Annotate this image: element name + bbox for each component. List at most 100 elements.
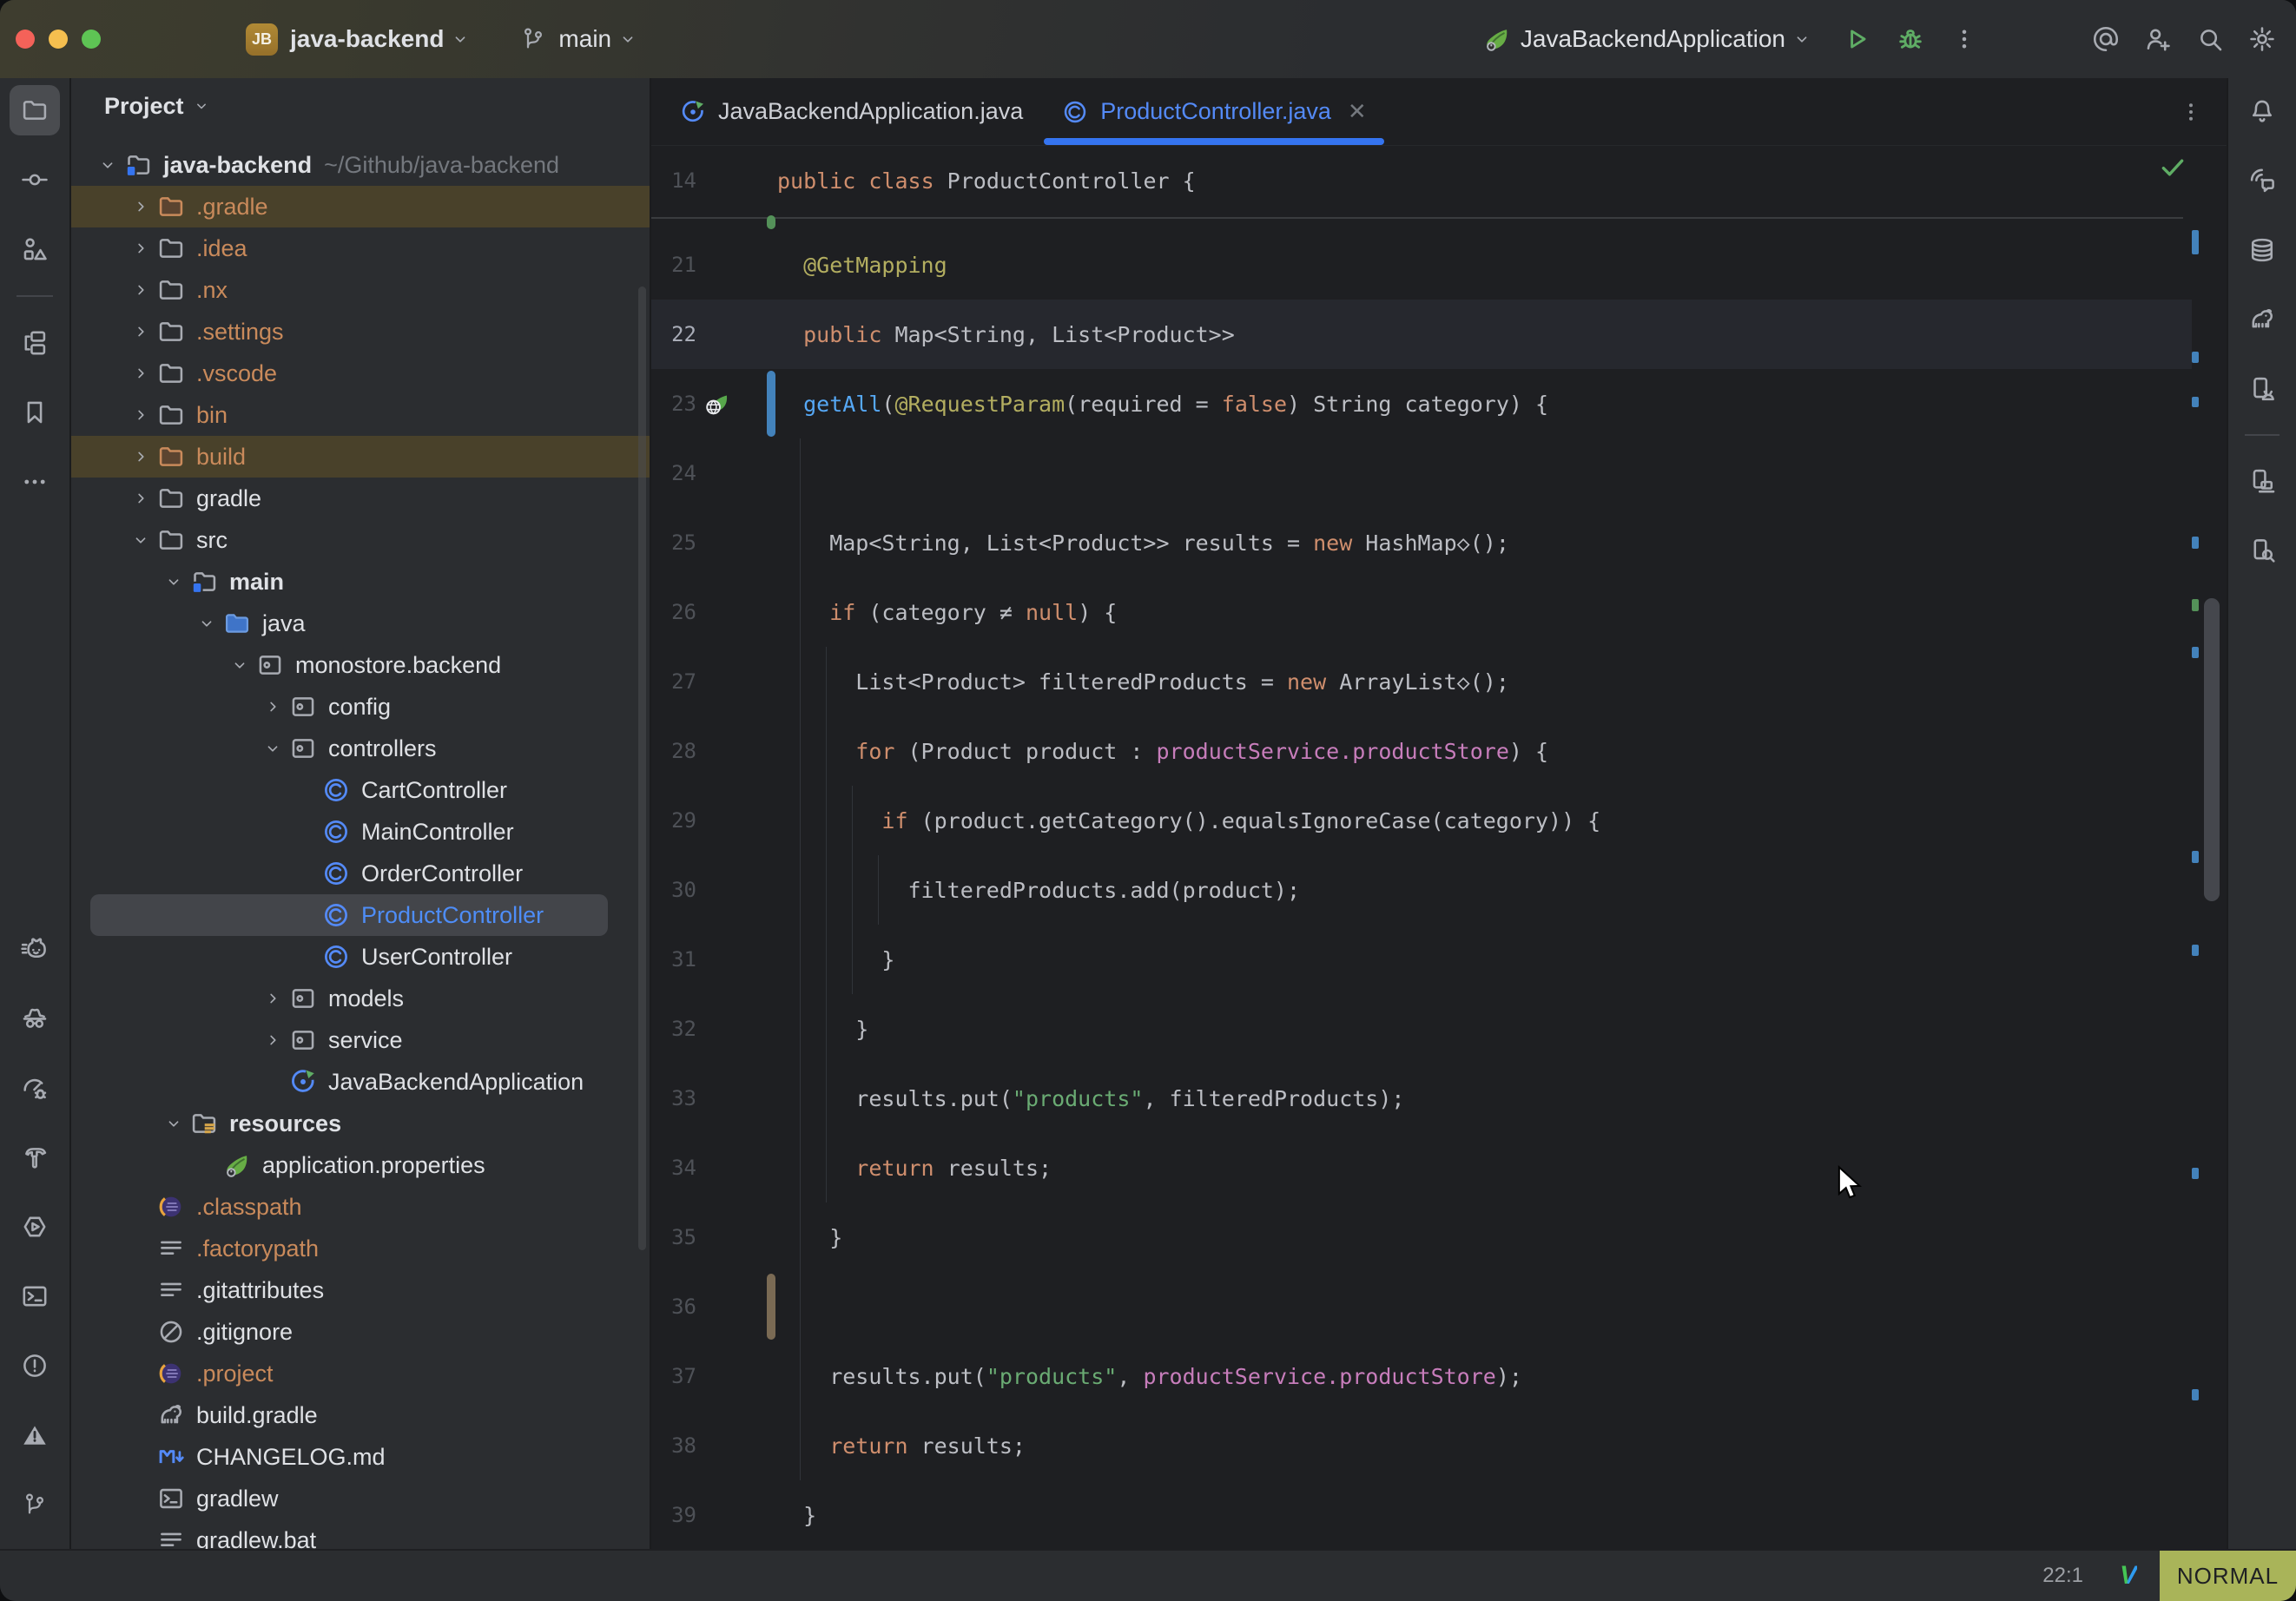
settings-button[interactable] [2247, 24, 2277, 54]
chevron-right-icon[interactable] [257, 697, 288, 716]
minimize-window-button[interactable] [49, 30, 68, 49]
tool-warnings-button[interactable] [10, 1410, 60, 1460]
tool-project-button[interactable] [10, 85, 60, 135]
project-tree-scrollbar[interactable] [638, 287, 646, 1250]
chevron-down-icon[interactable] [257, 739, 288, 758]
project-widget[interactable]: java-backend [278, 25, 470, 53]
tool-privacy-button[interactable] [10, 993, 60, 1044]
tree-item--gradle[interactable]: .gradle [71, 186, 650, 227]
chevron-right-icon[interactable] [125, 322, 156, 341]
code-line-30[interactable]: 30filteredProducts.add(product); [651, 855, 2192, 925]
more-run-options-button[interactable] [1942, 16, 1987, 62]
tree-item-main[interactable]: main [71, 561, 650, 603]
error-stripe-mark[interactable] [2192, 397, 2199, 407]
tree-item-java-backend[interactable]: java-backend~/Github/java-backend [71, 144, 650, 186]
tool-copilot-button[interactable] [10, 924, 60, 974]
tree-item-java[interactable]: java [71, 603, 650, 644]
chevron-right-icon[interactable] [125, 280, 156, 300]
tree-item-javabackendapplication[interactable]: JavaBackendApplication [71, 1061, 650, 1103]
tool-layout-inspector-button[interactable] [2238, 526, 2286, 575]
code-line-38[interactable]: 38return results; [651, 1411, 2192, 1480]
chevron-right-icon[interactable] [125, 364, 156, 383]
chevron-down-icon[interactable] [125, 530, 156, 550]
vcs-branch-widget[interactable]: main [520, 25, 637, 53]
chevron-down-icon[interactable] [92, 155, 123, 175]
tool-device-manager-button[interactable] [2238, 365, 2286, 413]
tree-item-service[interactable]: service [71, 1019, 650, 1061]
ai-assistant-button[interactable] [2091, 24, 2121, 54]
tree-item-gradlew-bat[interactable]: gradlew.bat [71, 1519, 650, 1549]
code-line-14[interactable]: 14public class ProductController { [651, 146, 2192, 215]
error-stripe-mark[interactable] [2192, 1389, 2199, 1400]
error-stripe-mark[interactable] [2192, 537, 2199, 549]
tree-item-monostore-backend[interactable]: monostore.backend [71, 644, 650, 686]
tool-notifications-button[interactable] [2238, 87, 2286, 135]
tree-item-maincontroller[interactable]: MainController [71, 811, 650, 853]
tab-options-button[interactable] [2178, 78, 2227, 145]
code-line-28[interactable]: 28for (Product product : productService.… [651, 716, 2192, 786]
tree-item-ordercontroller[interactable]: OrderController [71, 853, 650, 894]
tool-build-button[interactable] [10, 1132, 60, 1183]
tool-ai-chat-button[interactable] [2238, 156, 2286, 205]
tool-problems-button[interactable] [10, 1341, 60, 1391]
tree-item--vscode[interactable]: .vscode [71, 352, 650, 394]
tree-item--settings[interactable]: .settings [71, 311, 650, 352]
tool-structure-button[interactable] [10, 224, 60, 274]
chevron-right-icon[interactable] [125, 239, 156, 258]
error-stripe-mark[interactable] [2192, 352, 2199, 363]
code-line-24[interactable]: 24 [651, 438, 2192, 508]
tree-item-gradlew[interactable]: gradlew [71, 1478, 650, 1519]
code-editor-area[interactable]: 14public class ProductController { 21@Get… [651, 146, 2227, 1549]
code-line-34[interactable]: 34return results; [651, 1133, 2192, 1202]
code-line-33[interactable]: 33results.put("products", filteredProduc… [651, 1064, 2192, 1133]
chevron-right-icon[interactable] [125, 489, 156, 508]
code-line-39[interactable]: 39} [651, 1480, 2192, 1549]
tool-database-button[interactable] [2238, 226, 2286, 274]
chevron-down-icon[interactable] [191, 614, 222, 633]
tool-commit-button[interactable] [10, 155, 60, 205]
code-line-36[interactable]: 36 [651, 1272, 2192, 1341]
chevron-right-icon[interactable] [257, 1031, 288, 1050]
code-line-35[interactable]: 35} [651, 1202, 2192, 1272]
code-line-26[interactable]: 26if (category ≠ null) { [651, 577, 2192, 647]
run-configuration-widget[interactable]: JavaBackendApplication [1482, 24, 1811, 54]
search-everywhere-button[interactable] [2195, 24, 2225, 54]
tool-bookmarks-button[interactable] [10, 387, 60, 438]
tree-item-models[interactable]: models [71, 978, 650, 1019]
debug-button[interactable] [1888, 16, 1933, 62]
tree-item-src[interactable]: src [71, 519, 650, 561]
error-stripe-mark[interactable] [2192, 230, 2199, 254]
run-button[interactable] [1834, 16, 1879, 62]
editor-tab-javabackendapplication-java[interactable]: JavaBackendApplication.java [660, 78, 1042, 145]
caret-position[interactable]: 22:1 [2042, 1564, 2083, 1588]
tree-item-build[interactable]: build [71, 436, 650, 478]
tool-git-button[interactable] [10, 1479, 60, 1530]
tree-item-productcontroller[interactable]: ProductController [71, 894, 650, 936]
chevron-down-icon[interactable] [158, 1114, 189, 1133]
ideavim-icon[interactable]: V [2120, 1561, 2137, 1591]
tool-services-button[interactable] [10, 1202, 60, 1252]
error-stripe-mark[interactable] [2192, 1168, 2199, 1179]
editor-scrollbar[interactable] [2204, 598, 2220, 901]
tree-item--gitattributes[interactable]: .gitattributes [71, 1269, 650, 1311]
code-line-21[interactable]: 21@GetMapping [651, 230, 2192, 300]
tree-item--classpath[interactable]: .classpath [71, 1186, 650, 1228]
tool-terminal-button[interactable] [10, 1271, 60, 1321]
code-line-29[interactable]: 29if (product.getCategory().equalsIgnore… [651, 786, 2192, 855]
error-stripe-mark[interactable] [2192, 647, 2199, 658]
code-line-37[interactable]: 37results.put("products", productService… [651, 1341, 2192, 1411]
tree-item--factorypath[interactable]: .factorypath [71, 1228, 650, 1269]
error-stripe-mark[interactable] [2192, 945, 2199, 956]
chevron-right-icon[interactable] [125, 405, 156, 425]
tool-running-devices-button[interactable] [2238, 457, 2286, 505]
editor-tab-productcontroller-java[interactable]: ProductController.java✕ [1042, 78, 1385, 145]
tree-item-controllers[interactable]: controllers [71, 728, 650, 769]
close-window-button[interactable] [16, 30, 35, 49]
chevron-down-icon[interactable] [158, 572, 189, 591]
close-tab-icon[interactable]: ✕ [1348, 98, 1367, 125]
tree-item-usercontroller[interactable]: UserController [71, 936, 650, 978]
error-stripe-mark[interactable] [2192, 599, 2199, 611]
tool-more-button[interactable] [10, 457, 60, 507]
error-stripe-mark[interactable] [2192, 851, 2199, 863]
tool-gradle-button[interactable] [2238, 295, 2286, 344]
